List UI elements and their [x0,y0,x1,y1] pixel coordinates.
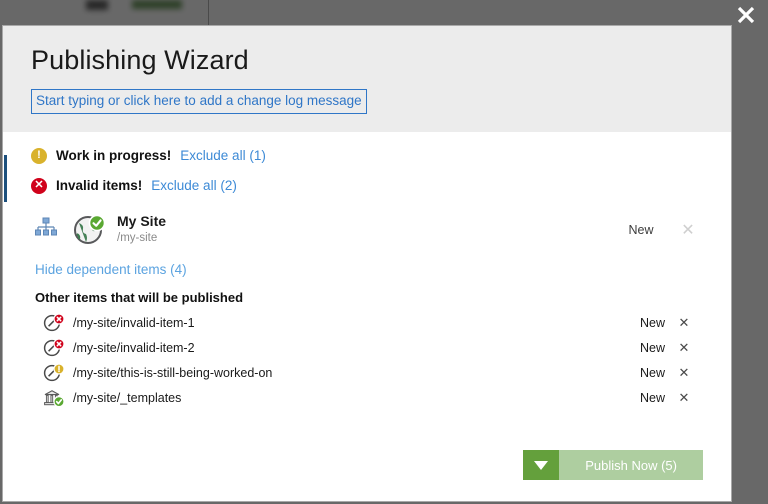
chevron-down-icon[interactable] [523,450,560,480]
dependent-item-state: New [639,341,665,356]
dependent-item-state: New [639,391,665,406]
list-item: /my-site/this-is-still-being-worked-on N… [31,361,703,386]
status-row-work-in-progress: ! Work in progress! Exclude all (1) [31,147,703,164]
list-item: /my-site/_templates New ✕ [31,386,703,411]
dependent-item-path: /my-site/_templates [73,391,182,406]
publish-now-button[interactable]: Publish Now (5) [559,450,703,480]
dependent-item-path: /my-site/invalid-item-2 [73,341,195,356]
exclude-all-invalid-items-link[interactable]: Exclude all (2) [151,178,237,193]
dependent-item-remove-icon[interactable]: ✕ [665,315,703,331]
dependent-item-remove-icon[interactable]: ✕ [665,390,703,406]
publishing-wizard-dialog: Publishing Wizard Start typing or click … [2,25,732,502]
site-name: My Site [117,213,167,230]
other-items-heading: Other items that will be published [35,289,244,305]
site-path: /my-site [117,231,158,244]
globe-icon [73,214,107,246]
dependent-item-state: New [639,366,665,381]
sitemap-icon [35,217,61,242]
hide-dependent-items-wrapper: Hide dependent items (4) [31,256,703,279]
close-icon[interactable] [733,2,759,28]
site-text: My Site /my-site [117,213,609,245]
error-icon: ✕ [31,177,47,194]
warning-icon: ! [31,147,47,164]
page-icon [43,363,67,382]
list-item: /my-site/invalid-item-1 New ✕ [31,311,703,336]
dependent-item-path: /my-site/invalid-item-1 [73,316,195,331]
exclude-all-work-in-progress-link[interactable]: Exclude all (1) [180,148,266,163]
left-accent-strip [4,155,7,202]
dependent-item-state: New [639,316,665,331]
template-icon [43,389,67,408]
publish-button-group: Publish Now (5) [523,450,703,480]
hide-dependent-items-link[interactable]: Hide dependent items (4) [35,262,187,277]
list-item: /my-site/invalid-item-2 New ✕ [31,336,703,361]
status-row-invalid-items: ✕ Invalid items! Exclude all (2) [31,177,703,194]
dialog-body: ! Work in progress! Exclude all (1) ✕ In… [3,131,731,429]
status-label-invalid-items: Invalid items! [56,178,143,194]
dialog-footer: Publish Now (5) [3,429,731,501]
dependent-item-path: /my-site/this-is-still-being-worked-on [73,366,273,381]
dialog-header: Publishing Wizard Start typing or click … [3,26,731,132]
site-remove-icon[interactable]: ✕ [673,220,703,240]
page-title: Publishing Wizard [31,45,249,75]
page-icon [43,338,67,357]
caret-shape [534,460,549,470]
dependent-item-remove-icon[interactable]: ✕ [665,365,703,381]
dependent-item-remove-icon[interactable]: ✕ [665,340,703,356]
site-state-badge: New [628,222,654,237]
status-label-work-in-progress: Work in progress! [56,148,172,164]
changelog-input[interactable]: Start typing or click here to add a chan… [31,88,367,114]
page-icon [43,313,67,332]
dependent-items-list: /my-site/invalid-item-1 New ✕ /my-site/i… [31,311,703,411]
site-row: My Site /my-site New ✕ [31,210,703,250]
